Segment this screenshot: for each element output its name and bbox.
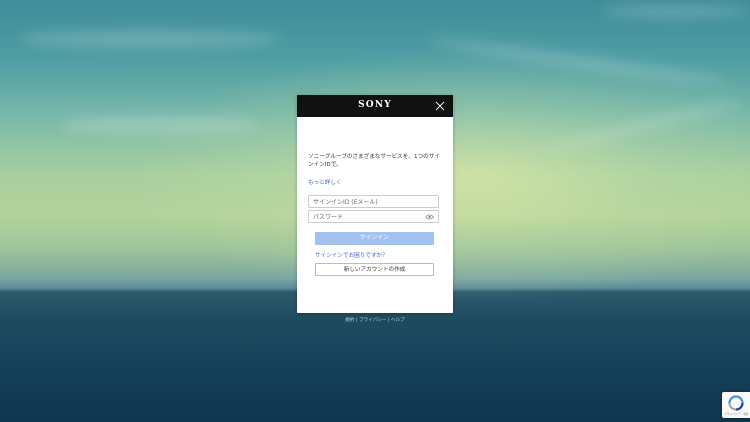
signin-id-input[interactable]	[313, 197, 425, 208]
signin-button[interactable]: サインイン	[315, 232, 434, 246]
cloud-streak	[600, 5, 750, 17]
sony-logo: SONY	[358, 100, 392, 110]
intro-text: ソニーグループのさまざまなサービスを、1つのサインインIDで。	[308, 154, 440, 168]
dialog-header: SONY	[297, 95, 453, 117]
recaptcha-text: プライバシー - 利用規約	[724, 412, 748, 416]
signin-dialog: SONY ソニーグループのさまざまなサービスを、1つのサインインIDで。 もっと…	[297, 95, 453, 313]
dialog-body: ソニーグループのさまざまなサービスを、1つのサインインIDで。 もっと詳しく サ…	[297, 154, 453, 277]
eye-icon[interactable]	[425, 214, 434, 220]
password-field[interactable]	[308, 210, 439, 224]
footer-link-privacy[interactable]: プライバシー	[359, 318, 386, 323]
cloud-streak	[60, 115, 260, 135]
close-icon[interactable]	[435, 101, 445, 111]
password-input[interactable]	[313, 212, 425, 223]
footer-link-help[interactable]: ヘルプ	[391, 318, 405, 323]
recaptcha-badge[interactable]: プライバシー - 利用規約	[722, 392, 750, 418]
recaptcha-icon	[728, 395, 744, 411]
signin-help-link[interactable]: サインインでお困りですか？	[315, 251, 442, 259]
learn-more-link[interactable]: もっと詳しく	[308, 178, 342, 186]
cloud-streak	[541, 94, 749, 156]
cloud-streak	[20, 30, 280, 48]
create-account-button[interactable]: 新しいアカウントの作成	[315, 263, 434, 277]
footer-links: 規約 | プライバシー | ヘルプ	[297, 317, 453, 323]
cloud-streak	[430, 34, 730, 90]
signin-id-field[interactable]	[308, 195, 439, 209]
